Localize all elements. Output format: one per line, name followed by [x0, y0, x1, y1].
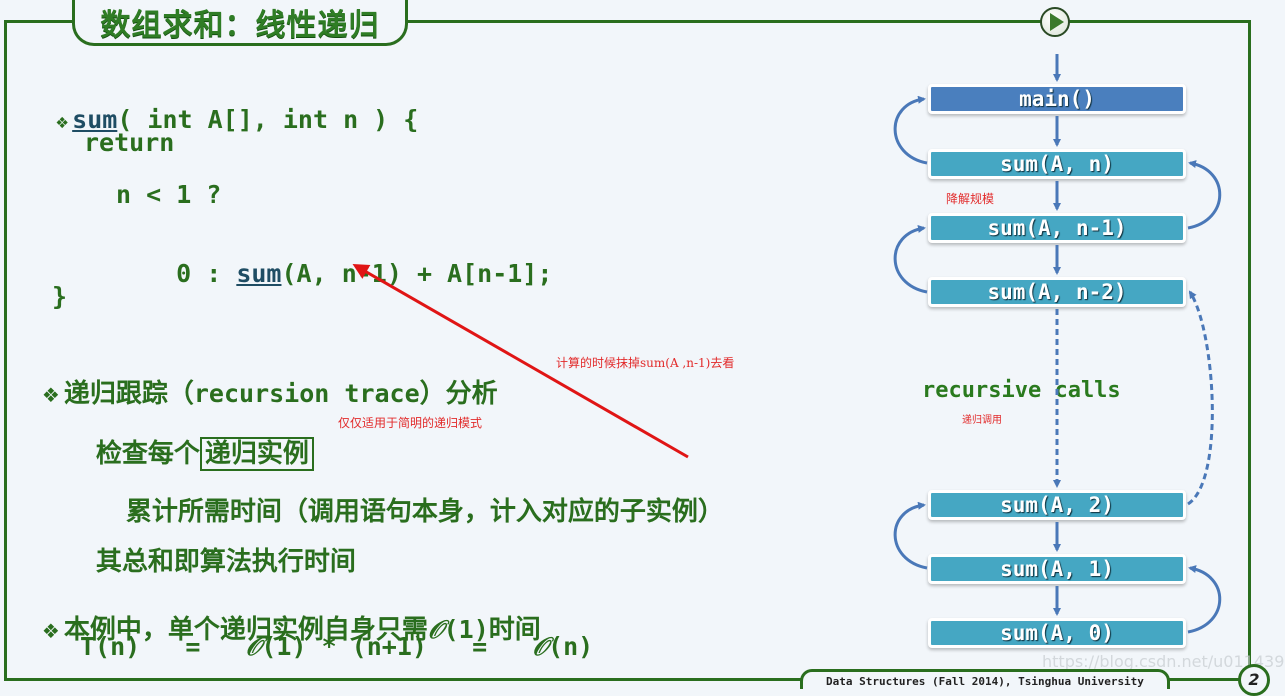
code-fn-sum-call-link[interactable]: sum — [236, 259, 281, 288]
stack-frame-sum-n-1: sum(A, n-1) — [928, 213, 1186, 243]
return-arrow-n-1-to-sum-n — [1187, 160, 1222, 230]
analysis-item-3: 其总和即算法执行时间 — [80, 512, 356, 578]
stack-frame-sum-1: sum(A, 1) — [928, 554, 1186, 584]
stack-frame-sum-n-2: sum(A, n-2) — [928, 277, 1186, 307]
return-arrow-0-to-1 — [1187, 565, 1222, 634]
code-line-4-rest: (A, n-1) + A[n-1]; — [281, 259, 553, 288]
stack-frame-sum-n: sum(A, n) — [928, 149, 1186, 179]
code-line-5: } — [52, 282, 68, 311]
formula-lhs: T(n) — [80, 632, 141, 661]
formula-eq: = — [472, 632, 488, 661]
formula-mid: (1) * (n+1) — [261, 632, 427, 661]
code-line-4: 0 : sum(A, n-1) + A[n-1]; — [146, 230, 552, 288]
stack-frame-sum-0: sum(A, 0) — [928, 618, 1186, 648]
bullet-diamond-icon: ❖ — [41, 619, 60, 643]
annotation-recursive-calls-note: 递归调用 — [962, 415, 1002, 426]
bullet-diamond-icon: ❖ — [41, 383, 60, 407]
frame-top-left-border — [4, 20, 74, 23]
analysis-item-3-text: 其总和即算法执行时间 — [95, 547, 356, 577]
annotation-instance-note: 仅仅适用于简明的递归模式 — [338, 416, 483, 430]
annotation-trace-note: 计算的时候抹掉sum(A ,n-1)去看 — [556, 356, 735, 370]
recursive-calls-label: recursive calls — [922, 378, 1121, 403]
complexity-formula: T(n) = 𝒪(1) * (n+1) = 𝒪(n) — [80, 632, 593, 662]
return-arrow-n-2-to-n-1 — [893, 224, 928, 294]
formula-rhs: (n) — [548, 632, 594, 661]
slide-title: 数组求和：线性递归 — [100, 7, 380, 43]
bullet-diamond-icon: ❖ — [56, 109, 69, 133]
play-icon — [1050, 13, 1064, 31]
return-arrow-dashed-2-to-n-2 — [1187, 290, 1214, 506]
annotation-reduce-note: 降解规模 — [946, 192, 995, 206]
paren-close: ） — [419, 379, 446, 409]
frame-right-border — [1248, 20, 1251, 670]
stack-frame-main: main() — [928, 84, 1186, 114]
code-line-2: return — [84, 128, 175, 157]
analysis-heading-cn2: 分析 — [445, 379, 498, 409]
analysis-item-1: 检查每个 递归实例 — [80, 404, 314, 471]
page-number: 2 — [1238, 664, 1270, 696]
return-arrow-1-to-2 — [893, 501, 928, 570]
stack-frame-sum-2: sum(A, 2) — [928, 490, 1186, 520]
slide-title-box: 数组求和：线性递归 — [72, 0, 408, 46]
big-o-symbol: 𝒪 — [532, 632, 549, 661]
footer-course-label: Data Structures (Fall 2014), Tsinghua Un… — [800, 669, 1170, 689]
formula-eq: = — [185, 632, 201, 661]
code-line-3: n < 1 ? — [116, 180, 222, 209]
play-button[interactable] — [1040, 7, 1070, 37]
big-o-symbol: 𝒪 — [245, 632, 262, 661]
code-line-4-prefix: 0 : — [176, 259, 237, 288]
return-arrow-sum-n-to-main — [893, 95, 928, 165]
frame-top-right-border — [408, 20, 1251, 23]
analysis-heading: ❖ 递归跟踪（recursion trace）分析 — [26, 344, 498, 410]
code-line-1: ❖ sum( int A[], int n ) { — [26, 76, 418, 134]
frame-left-border — [4, 20, 7, 680]
